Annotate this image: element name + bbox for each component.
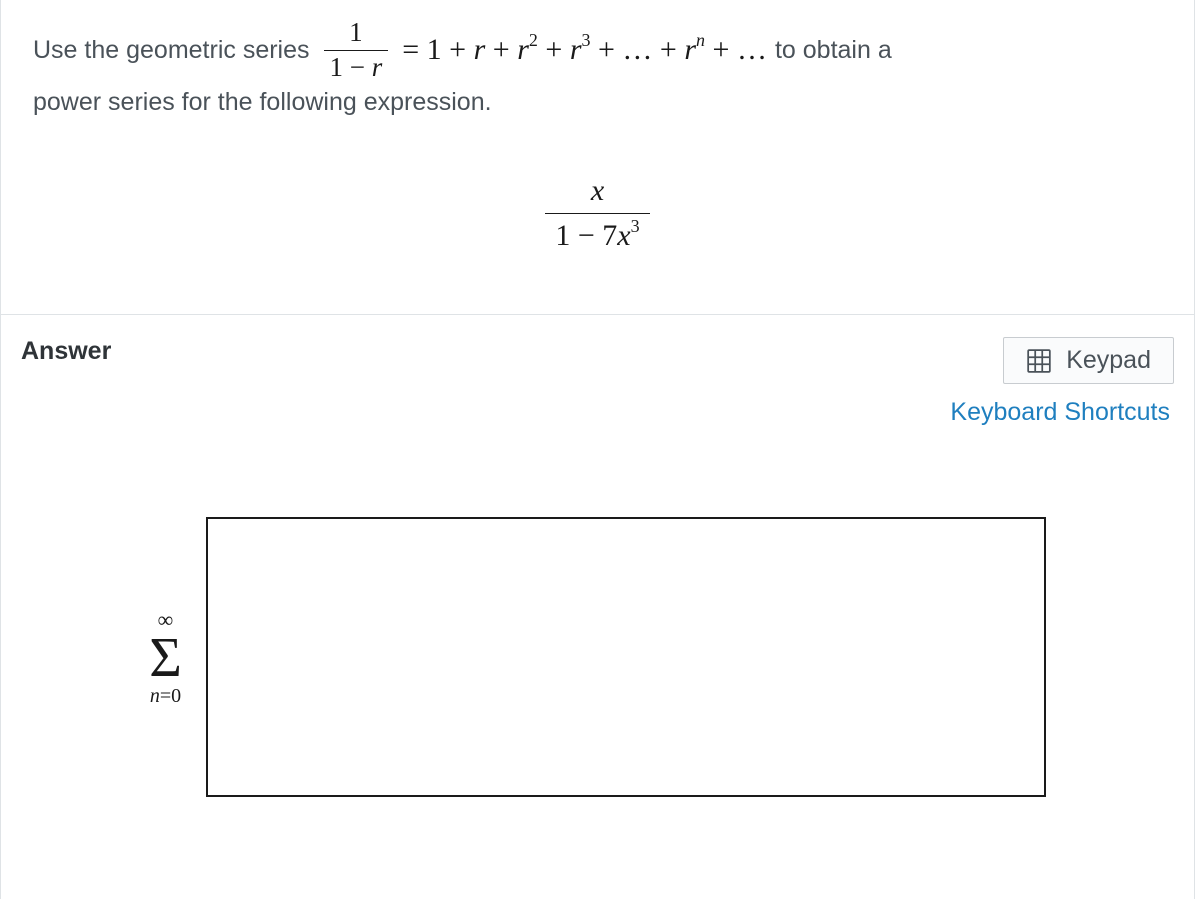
answer-controls: Keypad Keyboard Shortcuts <box>950 337 1174 427</box>
sigma-notation: ∞ Σ n=0 <box>149 609 182 705</box>
answer-input[interactable] <box>206 517 1046 797</box>
expr-denominator: 1 − 7x3 <box>545 213 649 255</box>
question-prefix: Use the geometric series <box>33 30 310 70</box>
answer-label: Answer <box>21 337 111 366</box>
answer-input-row: ∞ Σ n=0 <box>21 517 1174 797</box>
answer-header: Answer Keypad Keyboard Shortcuts <box>21 337 1174 427</box>
expr-numerator: x <box>581 172 614 213</box>
question-text: Use the geometric series 1 1 − r = 1 + r… <box>1 0 1194 315</box>
keypad-label: Keypad <box>1066 346 1151 375</box>
keypad-icon <box>1026 348 1052 374</box>
series-expansion: = 1 + r + r2 + r3 + … + rn + … <box>402 26 767 74</box>
sigma-lower-limit: n=0 <box>150 686 181 706</box>
frac-numerator: 1 <box>343 18 369 50</box>
sigma-symbol: Σ <box>149 633 182 683</box>
keyboard-shortcuts-link[interactable]: Keyboard Shortcuts <box>950 398 1174 427</box>
question-line-2: power series for the following expressio… <box>33 82 1162 122</box>
question-panel: Use the geometric series 1 1 − r = 1 + r… <box>0 0 1195 899</box>
keypad-button[interactable]: Keypad <box>1003 337 1174 384</box>
question-line-1: Use the geometric series 1 1 − r = 1 + r… <box>33 18 1162 82</box>
question-suffix: to obtain a <box>775 30 892 70</box>
frac-denominator: 1 − r <box>324 50 389 83</box>
geometric-fraction: 1 1 − r <box>324 18 389 82</box>
answer-section: Answer Keypad Keyboard Shortcuts <box>1 315 1194 797</box>
target-expression: x 1 − 7x3 <box>33 172 1162 254</box>
